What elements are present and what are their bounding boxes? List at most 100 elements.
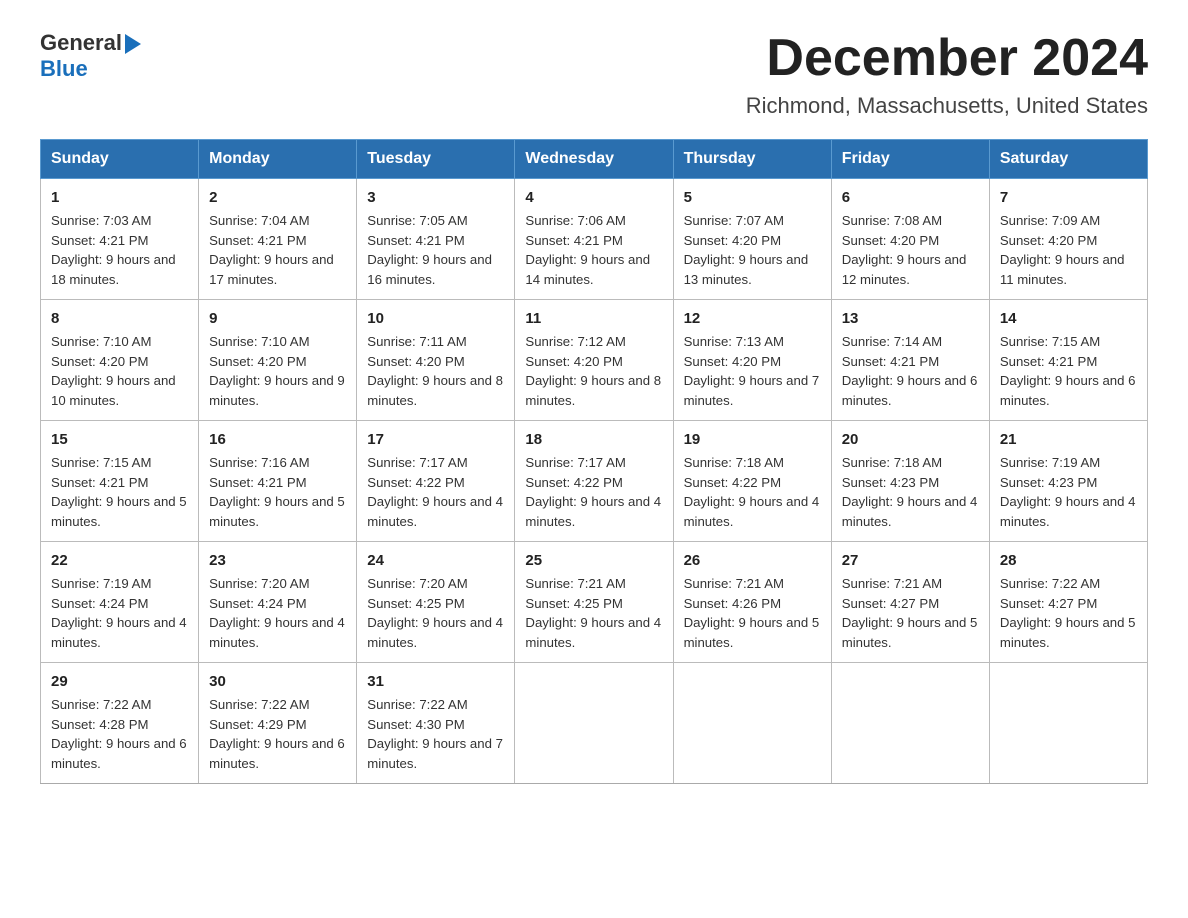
day-number: 9 bbox=[209, 308, 346, 330]
calendar-cell: 13 Sunrise: 7:14 AMSunset: 4:21 PMDayligh… bbox=[831, 300, 989, 421]
day-number: 15 bbox=[51, 429, 188, 451]
day-info: Sunrise: 7:21 AMSunset: 4:27 PMDaylight:… bbox=[842, 576, 978, 650]
day-info: Sunrise: 7:10 AMSunset: 4:20 PMDaylight:… bbox=[51, 334, 176, 408]
day-info: Sunrise: 7:09 AMSunset: 4:20 PMDaylight:… bbox=[1000, 213, 1125, 287]
day-header-thursday: Thursday bbox=[673, 140, 831, 179]
day-number: 19 bbox=[684, 429, 821, 451]
calendar-cell: 6Sunrise: 7:08 AMSunset: 4:20 PMDaylight… bbox=[831, 179, 989, 300]
day-number: 24 bbox=[367, 550, 504, 572]
day-number: 22 bbox=[51, 550, 188, 572]
logo: General Blue bbox=[40, 30, 141, 82]
day-number: 10 bbox=[367, 308, 504, 330]
day-header-saturday: Saturday bbox=[989, 140, 1147, 179]
day-info: Sunrise: 7:14 AMSunset: 4:21 PMDaylight:… bbox=[842, 334, 978, 408]
day-header-sunday: Sunday bbox=[41, 140, 199, 179]
day-number: 27 bbox=[842, 550, 979, 572]
calendar-cell bbox=[673, 663, 831, 784]
day-info: Sunrise: 7:20 AMSunset: 4:24 PMDaylight:… bbox=[209, 576, 345, 650]
day-info: Sunrise: 7:05 AMSunset: 4:21 PMDaylight:… bbox=[367, 213, 492, 287]
calendar-cell bbox=[515, 663, 673, 784]
day-number: 18 bbox=[525, 429, 662, 451]
day-info: Sunrise: 7:15 AMSunset: 4:21 PMDaylight:… bbox=[1000, 334, 1136, 408]
calendar-cell: 10 Sunrise: 7:11 AMSunset: 4:20 PMDayligh… bbox=[357, 300, 515, 421]
day-info: Sunrise: 7:22 AMSunset: 4:27 PMDaylight:… bbox=[1000, 576, 1136, 650]
day-number: 31 bbox=[367, 671, 504, 693]
day-info: Sunrise: 7:06 AMSunset: 4:21 PMDaylight:… bbox=[525, 213, 650, 287]
day-number: 20 bbox=[842, 429, 979, 451]
day-number: 28 bbox=[1000, 550, 1137, 572]
subtitle: Richmond, Massachusetts, United States bbox=[746, 93, 1148, 119]
page-title: December 2024 bbox=[746, 30, 1148, 87]
day-number: 5 bbox=[684, 187, 821, 209]
calendar-cell: 14 Sunrise: 7:15 AMSunset: 4:21 PMDayligh… bbox=[989, 300, 1147, 421]
calendar-cell: 1 Sunrise: 7:03 AMSunset: 4:21 PMDaylight… bbox=[41, 179, 199, 300]
title-area: December 2024 Richmond, Massachusetts, U… bbox=[746, 30, 1148, 119]
calendar-cell: 18 Sunrise: 7:17 AMSunset: 4:22 PMDayligh… bbox=[515, 421, 673, 542]
day-number: 26 bbox=[684, 550, 821, 572]
day-number: 23 bbox=[209, 550, 346, 572]
day-info: Sunrise: 7:19 AMSunset: 4:24 PMDaylight:… bbox=[51, 576, 187, 650]
calendar-cell: 11Sunrise: 7:12 AMSunset: 4:20 PMDayligh… bbox=[515, 300, 673, 421]
week-row-2: 8 Sunrise: 7:10 AMSunset: 4:20 PMDaylight… bbox=[41, 300, 1148, 421]
page-header: General Blue December 2024 Richmond, Mas… bbox=[40, 30, 1148, 119]
day-header-tuesday: Tuesday bbox=[357, 140, 515, 179]
day-number: 16 bbox=[209, 429, 346, 451]
calendar-cell: 26Sunrise: 7:21 AMSunset: 4:26 PMDayligh… bbox=[673, 542, 831, 663]
day-info: Sunrise: 7:13 AMSunset: 4:20 PMDaylight:… bbox=[684, 334, 820, 408]
day-header-wednesday: Wednesday bbox=[515, 140, 673, 179]
day-number: 12 bbox=[684, 308, 821, 330]
calendar-cell: 12 Sunrise: 7:13 AMSunset: 4:20 PMDayligh… bbox=[673, 300, 831, 421]
day-info: Sunrise: 7:18 AMSunset: 4:22 PMDaylight:… bbox=[684, 455, 820, 529]
week-row-4: 22 Sunrise: 7:19 AMSunset: 4:24 PMDayligh… bbox=[41, 542, 1148, 663]
day-info: Sunrise: 7:17 AMSunset: 4:22 PMDaylight:… bbox=[367, 455, 503, 529]
day-number: 1 bbox=[51, 187, 188, 209]
week-row-1: 1 Sunrise: 7:03 AMSunset: 4:21 PMDaylight… bbox=[41, 179, 1148, 300]
calendar-cell: 5 Sunrise: 7:07 AMSunset: 4:20 PMDaylight… bbox=[673, 179, 831, 300]
day-info: Sunrise: 7:22 AMSunset: 4:28 PMDaylight:… bbox=[51, 697, 187, 771]
calendar-cell: 21 Sunrise: 7:19 AMSunset: 4:23 PMDayligh… bbox=[989, 421, 1147, 542]
day-info: Sunrise: 7:19 AMSunset: 4:23 PMDaylight:… bbox=[1000, 455, 1136, 529]
day-number: 13 bbox=[842, 308, 979, 330]
day-info: Sunrise: 7:20 AMSunset: 4:25 PMDaylight:… bbox=[367, 576, 503, 650]
calendar-cell: 25 Sunrise: 7:21 AMSunset: 4:25 PMDayligh… bbox=[515, 542, 673, 663]
calendar-cell: 2Sunrise: 7:04 AMSunset: 4:21 PMDaylight… bbox=[199, 179, 357, 300]
day-number: 3 bbox=[367, 187, 504, 209]
day-number: 30 bbox=[209, 671, 346, 693]
day-info: Sunrise: 7:22 AMSunset: 4:29 PMDaylight:… bbox=[209, 697, 345, 771]
calendar-cell: 22 Sunrise: 7:19 AMSunset: 4:24 PMDayligh… bbox=[41, 542, 199, 663]
day-info: Sunrise: 7:11 AMSunset: 4:20 PMDaylight:… bbox=[367, 334, 503, 408]
day-info: Sunrise: 7:10 AMSunset: 4:20 PMDaylight:… bbox=[209, 334, 345, 408]
day-number: 6 bbox=[842, 187, 979, 209]
calendar-cell: 19 Sunrise: 7:18 AMSunset: 4:22 PMDayligh… bbox=[673, 421, 831, 542]
calendar-cell: 20 Sunrise: 7:18 AMSunset: 4:23 PMDayligh… bbox=[831, 421, 989, 542]
calendar-cell: 24 Sunrise: 7:20 AMSunset: 4:25 PMDayligh… bbox=[357, 542, 515, 663]
day-info: Sunrise: 7:03 AMSunset: 4:21 PMDaylight:… bbox=[51, 213, 176, 287]
calendar-cell: 23 Sunrise: 7:20 AMSunset: 4:24 PMDayligh… bbox=[199, 542, 357, 663]
day-number: 21 bbox=[1000, 429, 1137, 451]
day-info: Sunrise: 7:17 AMSunset: 4:22 PMDaylight:… bbox=[525, 455, 661, 529]
calendar-cell: 31 Sunrise: 7:22 AMSunset: 4:30 PMDayligh… bbox=[357, 663, 515, 784]
calendar-cell: 3 Sunrise: 7:05 AMSunset: 4:21 PMDaylight… bbox=[357, 179, 515, 300]
logo-arrow-icon bbox=[125, 34, 141, 54]
logo-blue-text: Blue bbox=[40, 56, 88, 81]
week-row-3: 15Sunrise: 7:15 AMSunset: 4:21 PMDayligh… bbox=[41, 421, 1148, 542]
calendar-cell: 29Sunrise: 7:22 AMSunset: 4:28 PMDayligh… bbox=[41, 663, 199, 784]
day-info: Sunrise: 7:07 AMSunset: 4:20 PMDaylight:… bbox=[684, 213, 809, 287]
calendar-cell: 9 Sunrise: 7:10 AMSunset: 4:20 PMDaylight… bbox=[199, 300, 357, 421]
day-number: 8 bbox=[51, 308, 188, 330]
logo-general-text: General bbox=[40, 30, 122, 56]
calendar-cell: 15Sunrise: 7:15 AMSunset: 4:21 PMDayligh… bbox=[41, 421, 199, 542]
day-info: Sunrise: 7:16 AMSunset: 4:21 PMDaylight:… bbox=[209, 455, 345, 529]
day-info: Sunrise: 7:21 AMSunset: 4:25 PMDaylight:… bbox=[525, 576, 661, 650]
calendar-cell: 30 Sunrise: 7:22 AMSunset: 4:29 PMDayligh… bbox=[199, 663, 357, 784]
day-number: 14 bbox=[1000, 308, 1137, 330]
day-info: Sunrise: 7:22 AMSunset: 4:30 PMDaylight:… bbox=[367, 697, 503, 771]
day-number: 2 bbox=[209, 187, 346, 209]
calendar-cell: 28 Sunrise: 7:22 AMSunset: 4:27 PMDayligh… bbox=[989, 542, 1147, 663]
day-number: 25 bbox=[525, 550, 662, 572]
day-header-friday: Friday bbox=[831, 140, 989, 179]
calendar-cell: 27 Sunrise: 7:21 AMSunset: 4:27 PMDayligh… bbox=[831, 542, 989, 663]
day-number: 4 bbox=[525, 187, 662, 209]
day-number: 7 bbox=[1000, 187, 1137, 209]
day-info: Sunrise: 7:18 AMSunset: 4:23 PMDaylight:… bbox=[842, 455, 978, 529]
